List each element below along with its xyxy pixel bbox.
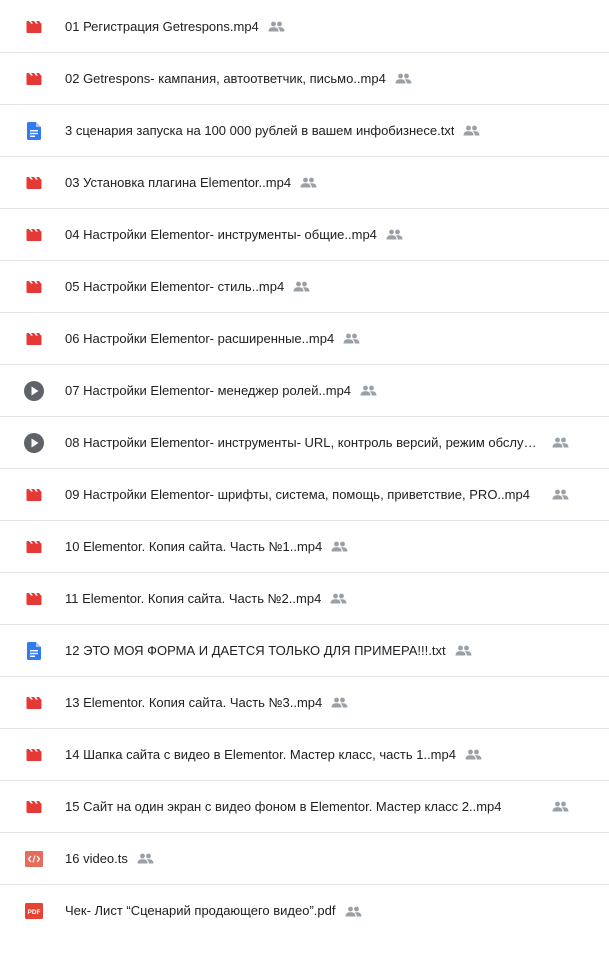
file-row[interactable]: 08 Настройки Elementor- инструменты- URL…	[0, 417, 609, 469]
video-file-icon	[24, 537, 44, 557]
file-row[interactable]: 3 сценария запуска на 100 000 рублей в в…	[0, 105, 609, 157]
people-icon	[268, 21, 285, 33]
people-icon	[330, 593, 347, 605]
file-name[interactable]: 03 Установка плагина Elementor..mp4	[65, 175, 291, 191]
file-name[interactable]: 01 Регистрация Getrespons.mp4	[65, 19, 259, 35]
video-file-icon	[24, 589, 44, 609]
file-row[interactable]: 13 Elementor. Копия сайта. Часть №3..mp4	[0, 677, 609, 729]
people-icon	[386, 229, 403, 241]
file-name[interactable]: 11 Elementor. Копия сайта. Часть №2..mp4	[65, 591, 321, 607]
file-row[interactable]: 09 Настройки Elementor- шрифты, система,…	[0, 469, 609, 521]
file-main: 03 Установка плагина Elementor..mp4	[65, 157, 589, 208]
code-file-icon	[24, 849, 44, 869]
file-row[interactable]: 05 Настройки Elementor- стиль..mp4	[0, 261, 609, 313]
file-main: 08 Настройки Elementor- инструменты- URL…	[65, 417, 589, 468]
file-row[interactable]: PDF Чек- Лист “Сценарий продающего видео”…	[0, 885, 609, 937]
file-main: 13 Elementor. Копия сайта. Часть №3..mp4	[65, 677, 589, 728]
file-list: 01 Регистрация Getrespons.mp4 02 Getrespo…	[0, 0, 609, 937]
svg-text:PDF: PDF	[28, 909, 41, 916]
file-name[interactable]: 09 Настройки Elementor- шрифты, система,…	[65, 487, 530, 503]
file-name[interactable]: 3 сценария запуска на 100 000 рублей в в…	[65, 123, 454, 139]
people-icon	[465, 749, 482, 761]
people-icon	[300, 177, 317, 189]
people-icon	[331, 541, 348, 553]
video-file-icon	[24, 797, 44, 817]
video-file-icon	[24, 329, 44, 349]
file-name[interactable]: 05 Настройки Elementor- стиль..mp4	[65, 279, 284, 295]
file-name[interactable]: 15 Сайт на один экран с видео фоном в El…	[65, 799, 502, 815]
people-icon	[331, 697, 348, 709]
people-icon	[463, 125, 480, 137]
video-file-icon	[24, 225, 44, 245]
file-main: 05 Настройки Elementor- стиль..mp4	[65, 261, 589, 312]
document-file-icon	[24, 641, 44, 661]
file-row[interactable]: 07 Настройки Elementor- менеджер ролей..…	[0, 365, 609, 417]
video-file-icon	[24, 277, 44, 297]
file-name[interactable]: 07 Настройки Elementor- менеджер ролей..…	[65, 383, 351, 399]
file-row[interactable]: 11 Elementor. Копия сайта. Часть №2..mp4	[0, 573, 609, 625]
file-name[interactable]: 10 Elementor. Копия сайта. Часть №1..mp4	[65, 539, 322, 555]
file-name[interactable]: 12 ЭТО МОЯ ФОРМА И ДАЕТСЯ ТОЛЬКО ДЛЯ ПРИ…	[65, 643, 446, 659]
pdf-file-icon: PDF	[24, 901, 44, 921]
file-main: 15 Сайт на один экран с видео фоном в El…	[65, 781, 589, 832]
file-row[interactable]: 15 Сайт на один экран с видео фоном в El…	[0, 781, 609, 833]
file-main: 16 video.ts	[65, 833, 589, 884]
file-main: 11 Elementor. Копия сайта. Часть №2..mp4	[65, 573, 589, 624]
video-file-icon	[24, 173, 44, 193]
file-name[interactable]: 16 video.ts	[65, 851, 128, 867]
file-name[interactable]: 14 Шапка сайта с видео в Elementor. Маст…	[65, 747, 456, 763]
file-main: 04 Настройки Elementor- инструменты- общ…	[65, 209, 589, 260]
play-circle-icon	[24, 432, 44, 453]
video-file-icon	[24, 693, 44, 713]
file-row[interactable]: 04 Настройки Elementor- инструменты- общ…	[0, 209, 609, 261]
people-icon	[343, 333, 360, 345]
file-row[interactable]: 12 ЭТО МОЯ ФОРМА И ДАЕТСЯ ТОЛЬКО ДЛЯ ПРИ…	[0, 625, 609, 677]
video-file-icon	[24, 17, 44, 37]
file-main: 01 Регистрация Getrespons.mp4	[65, 1, 589, 52]
file-name[interactable]: 13 Elementor. Копия сайта. Часть №3..mp4	[65, 695, 322, 711]
file-name[interactable]: Чек- Лист “Сценарий продающего видео”.pd…	[65, 903, 336, 919]
file-name[interactable]: 08 Настройки Elementor- инструменты- URL…	[65, 435, 543, 451]
play-circle-icon	[24, 380, 44, 401]
people-icon	[455, 645, 472, 657]
people-icon	[137, 853, 154, 865]
file-row[interactable]: 14 Шапка сайта с видео в Elementor. Маст…	[0, 729, 609, 781]
people-icon	[552, 437, 569, 449]
file-row[interactable]: 16 video.ts	[0, 833, 609, 885]
file-row[interactable]: 06 Настройки Elementor- расширенные..mp4	[0, 313, 609, 365]
file-row[interactable]: 02 Getrespons- кампания, автоответчик, п…	[0, 53, 609, 105]
file-main: 3 сценария запуска на 100 000 рублей в в…	[65, 105, 589, 156]
file-main: 06 Настройки Elementor- расширенные..mp4	[65, 313, 589, 364]
file-main: 10 Elementor. Копия сайта. Часть №1..mp4	[65, 521, 589, 572]
video-file-icon	[24, 69, 44, 89]
file-name[interactable]: 04 Настройки Elementor- инструменты- общ…	[65, 227, 377, 243]
people-icon	[552, 801, 569, 813]
video-file-icon	[24, 745, 44, 765]
people-icon	[552, 489, 569, 501]
file-main: 09 Настройки Elementor- шрифты, система,…	[65, 469, 589, 520]
document-file-icon	[24, 121, 44, 141]
file-main: 07 Настройки Elementor- менеджер ролей..…	[65, 365, 589, 416]
people-icon	[395, 73, 412, 85]
file-row[interactable]: 01 Регистрация Getrespons.mp4	[0, 1, 609, 53]
file-main: Чек- Лист “Сценарий продающего видео”.pd…	[65, 885, 589, 937]
file-main: 14 Шапка сайта с видео в Elementor. Маст…	[65, 729, 589, 780]
people-icon	[360, 385, 377, 397]
people-icon	[293, 281, 310, 293]
file-row[interactable]: 03 Установка плагина Elementor..mp4	[0, 157, 609, 209]
file-main: 02 Getrespons- кампания, автоответчик, п…	[65, 53, 589, 104]
file-row[interactable]: 10 Elementor. Копия сайта. Часть №1..mp4	[0, 521, 609, 573]
video-file-icon	[24, 485, 44, 505]
file-name[interactable]: 06 Настройки Elementor- расширенные..mp4	[65, 331, 334, 347]
people-icon	[345, 905, 362, 917]
file-name[interactable]: 02 Getrespons- кампания, автоответчик, п…	[65, 71, 386, 87]
file-main: 12 ЭТО МОЯ ФОРМА И ДАЕТСЯ ТОЛЬКО ДЛЯ ПРИ…	[65, 625, 589, 676]
